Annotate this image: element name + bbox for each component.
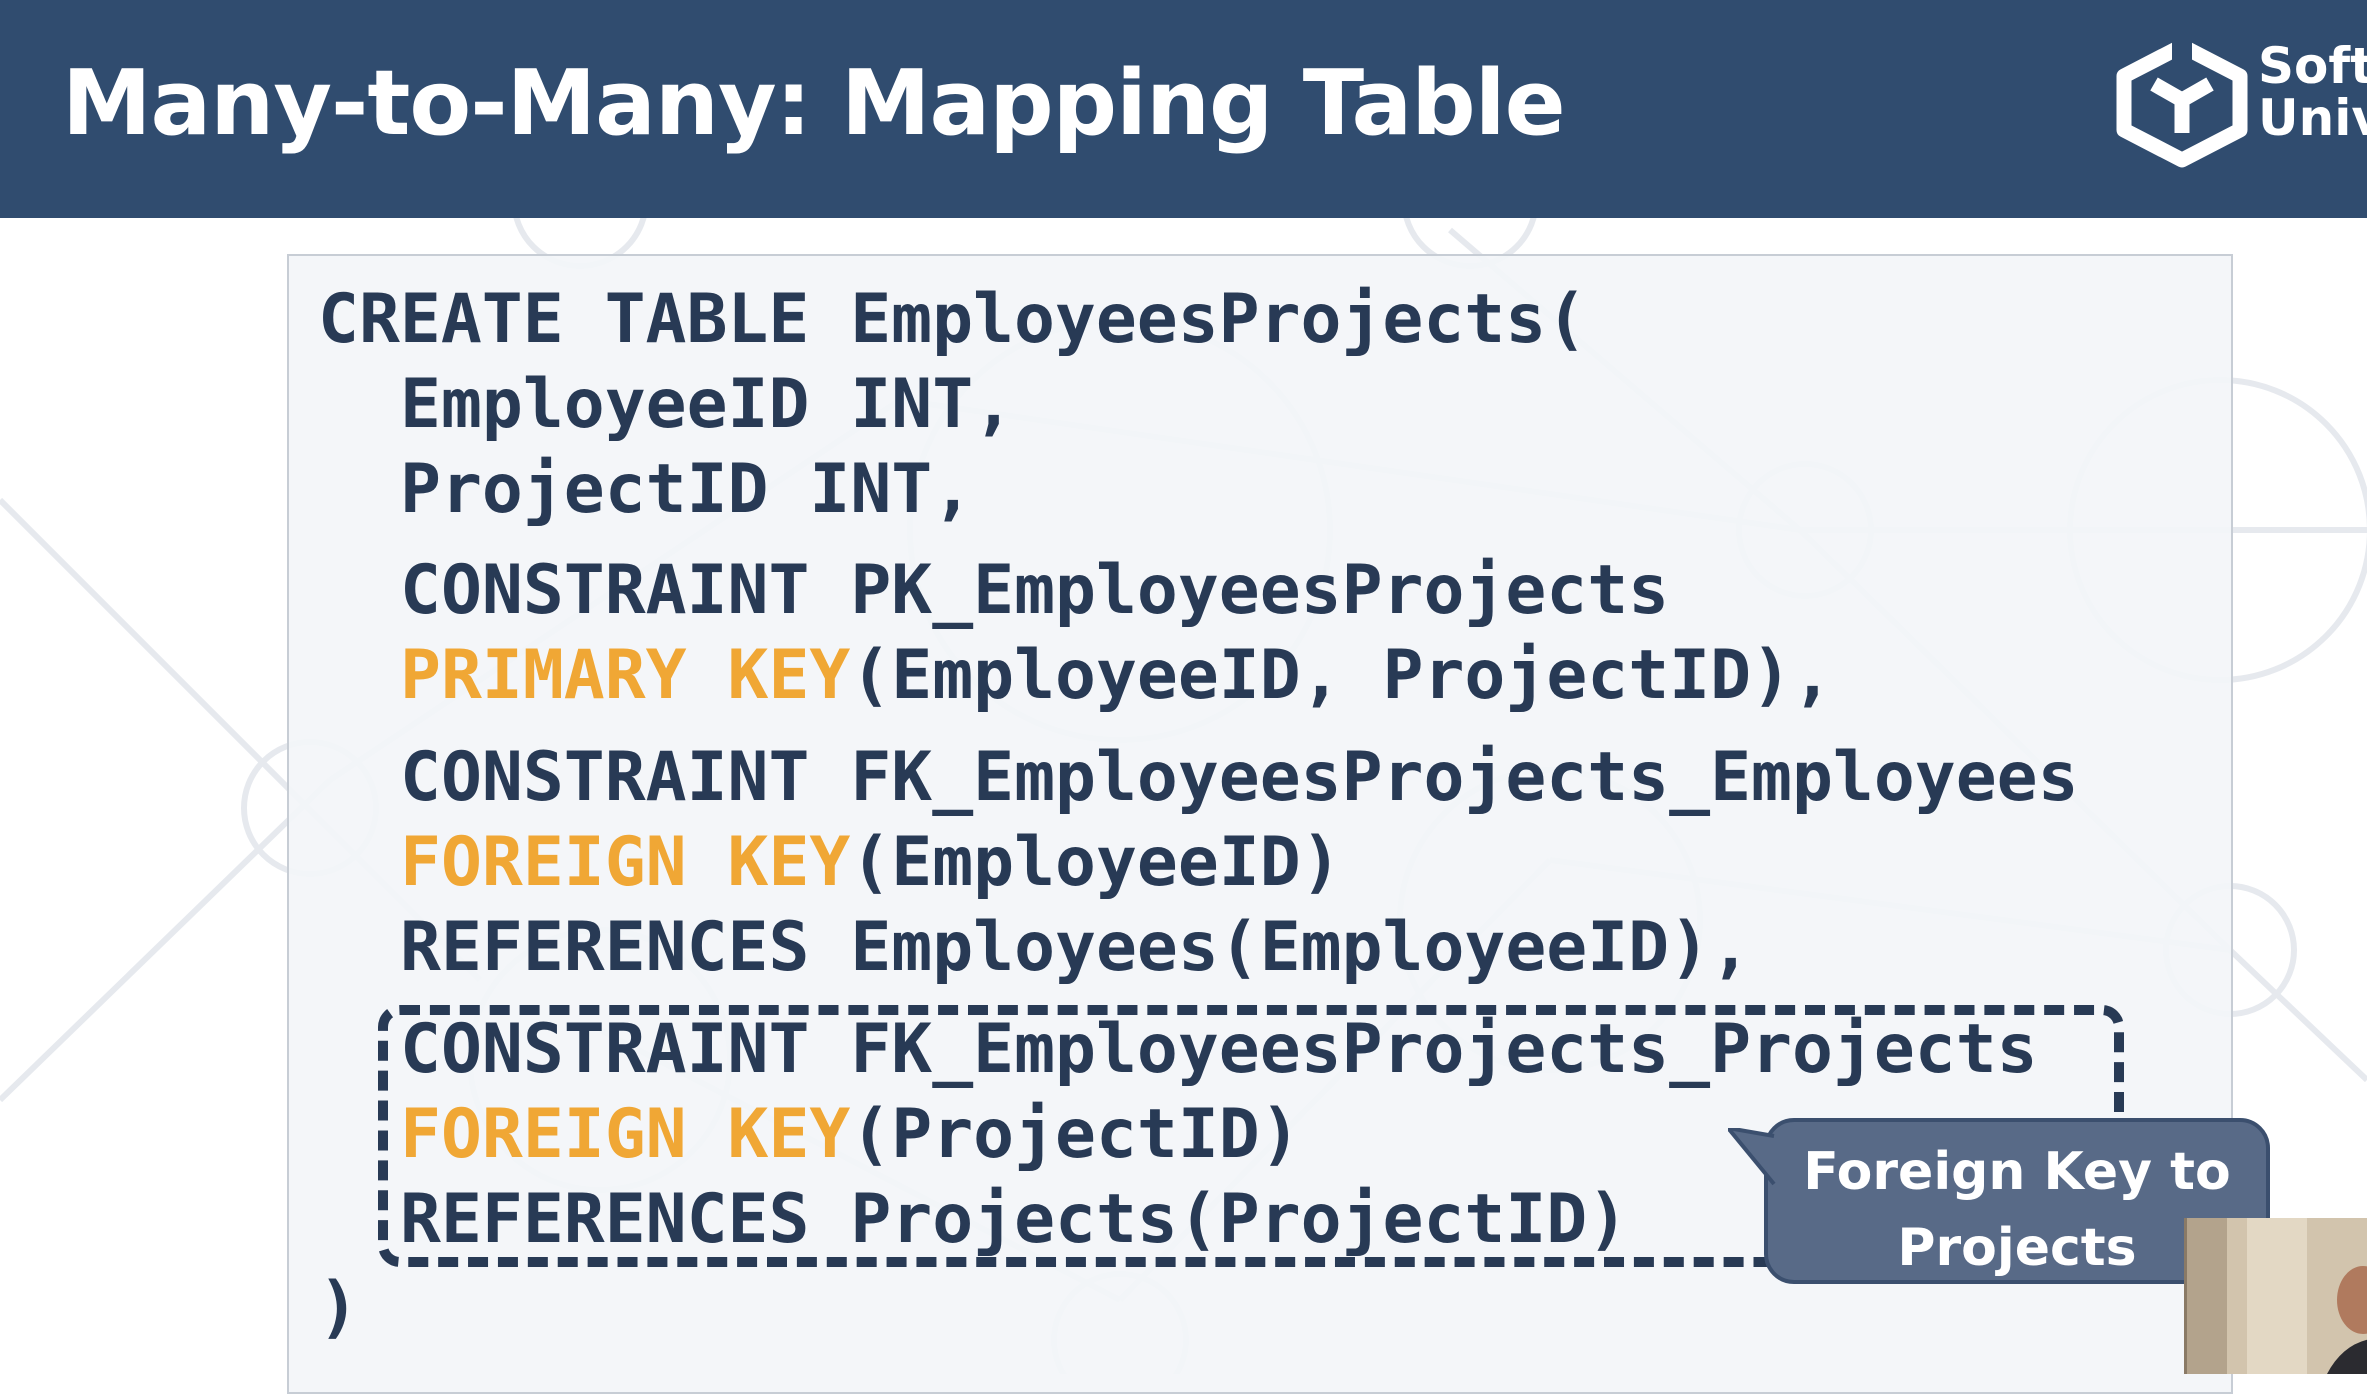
code-line: )	[318, 1268, 359, 1348]
code-token: (EmployeeID)	[850, 823, 1342, 902]
code-keyword: PRIMARY KEY	[400, 636, 851, 715]
code-line: PRIMARY KEY(EmployeeID, ProjectID),	[400, 636, 1833, 716]
code-line: REFERENCES Employees(EmployeeID),	[400, 908, 1751, 988]
code-token: (EmployeeID, ProjectID),	[850, 636, 1833, 715]
callout-line-1: Foreign Key to	[1803, 1142, 2231, 1202]
logo-line-2: Univ	[2258, 89, 2367, 147]
code-token: EmployeeID INT,	[400, 365, 1015, 444]
code-line: CREATE TABLE EmployeesProjects(	[318, 280, 1587, 360]
slide-header: Many-to-Many: Mapping Table Softw Univ	[0, 0, 2367, 218]
code-token: CONSTRAINT FK_EmployeesProjects_Employee…	[400, 738, 2079, 817]
code-line: REFERENCES Projects(ProjectID)	[400, 1180, 1628, 1260]
code-line: CONSTRAINT FK_EmployeesProjects_Employee…	[400, 738, 2079, 818]
logo-line-1: Softw	[2258, 38, 2367, 95]
logo: Softw Univ	[2112, 38, 2367, 168]
code-line: CONSTRAINT PK_EmployeesProjects	[400, 551, 1669, 631]
code-line: CONSTRAINT FK_EmployeesProjects_Projects	[400, 1010, 2038, 1090]
code-token: CREATE TABLE EmployeesProjects(	[318, 280, 1588, 359]
code-token: CONSTRAINT PK_EmployeesProjects	[400, 551, 1670, 630]
presenter-video-thumbnail	[2187, 1218, 2367, 1374]
logo-text: Softw Univ	[2258, 40, 2367, 144]
slide-title: Many-to-Many: Mapping Table	[62, 51, 1566, 156]
code-token: CONSTRAINT FK_EmployeesProjects_Projects	[400, 1010, 2038, 1089]
code-token: ProjectID INT,	[400, 450, 974, 529]
code-keyword: FOREIGN KEY	[400, 1095, 851, 1174]
code-line: ProjectID INT,	[400, 450, 973, 530]
code-line: FOREIGN KEY(ProjectID)	[400, 1095, 1301, 1175]
code-line: FOREIGN KEY(EmployeeID)	[400, 823, 1342, 903]
callout-pointer	[1728, 1128, 1776, 1186]
softuni-cube-icon	[2116, 38, 2248, 168]
code-line: EmployeeID INT,	[400, 365, 1014, 445]
code-token: )	[318, 1268, 359, 1347]
code-token: REFERENCES Projects(ProjectID)	[400, 1180, 1629, 1259]
code-token: REFERENCES Employees(EmployeeID),	[400, 908, 1752, 987]
code-token: (ProjectID)	[850, 1095, 1301, 1174]
code-keyword: FOREIGN KEY	[400, 823, 851, 902]
webcam-thumbnail	[2184, 1218, 2367, 1374]
